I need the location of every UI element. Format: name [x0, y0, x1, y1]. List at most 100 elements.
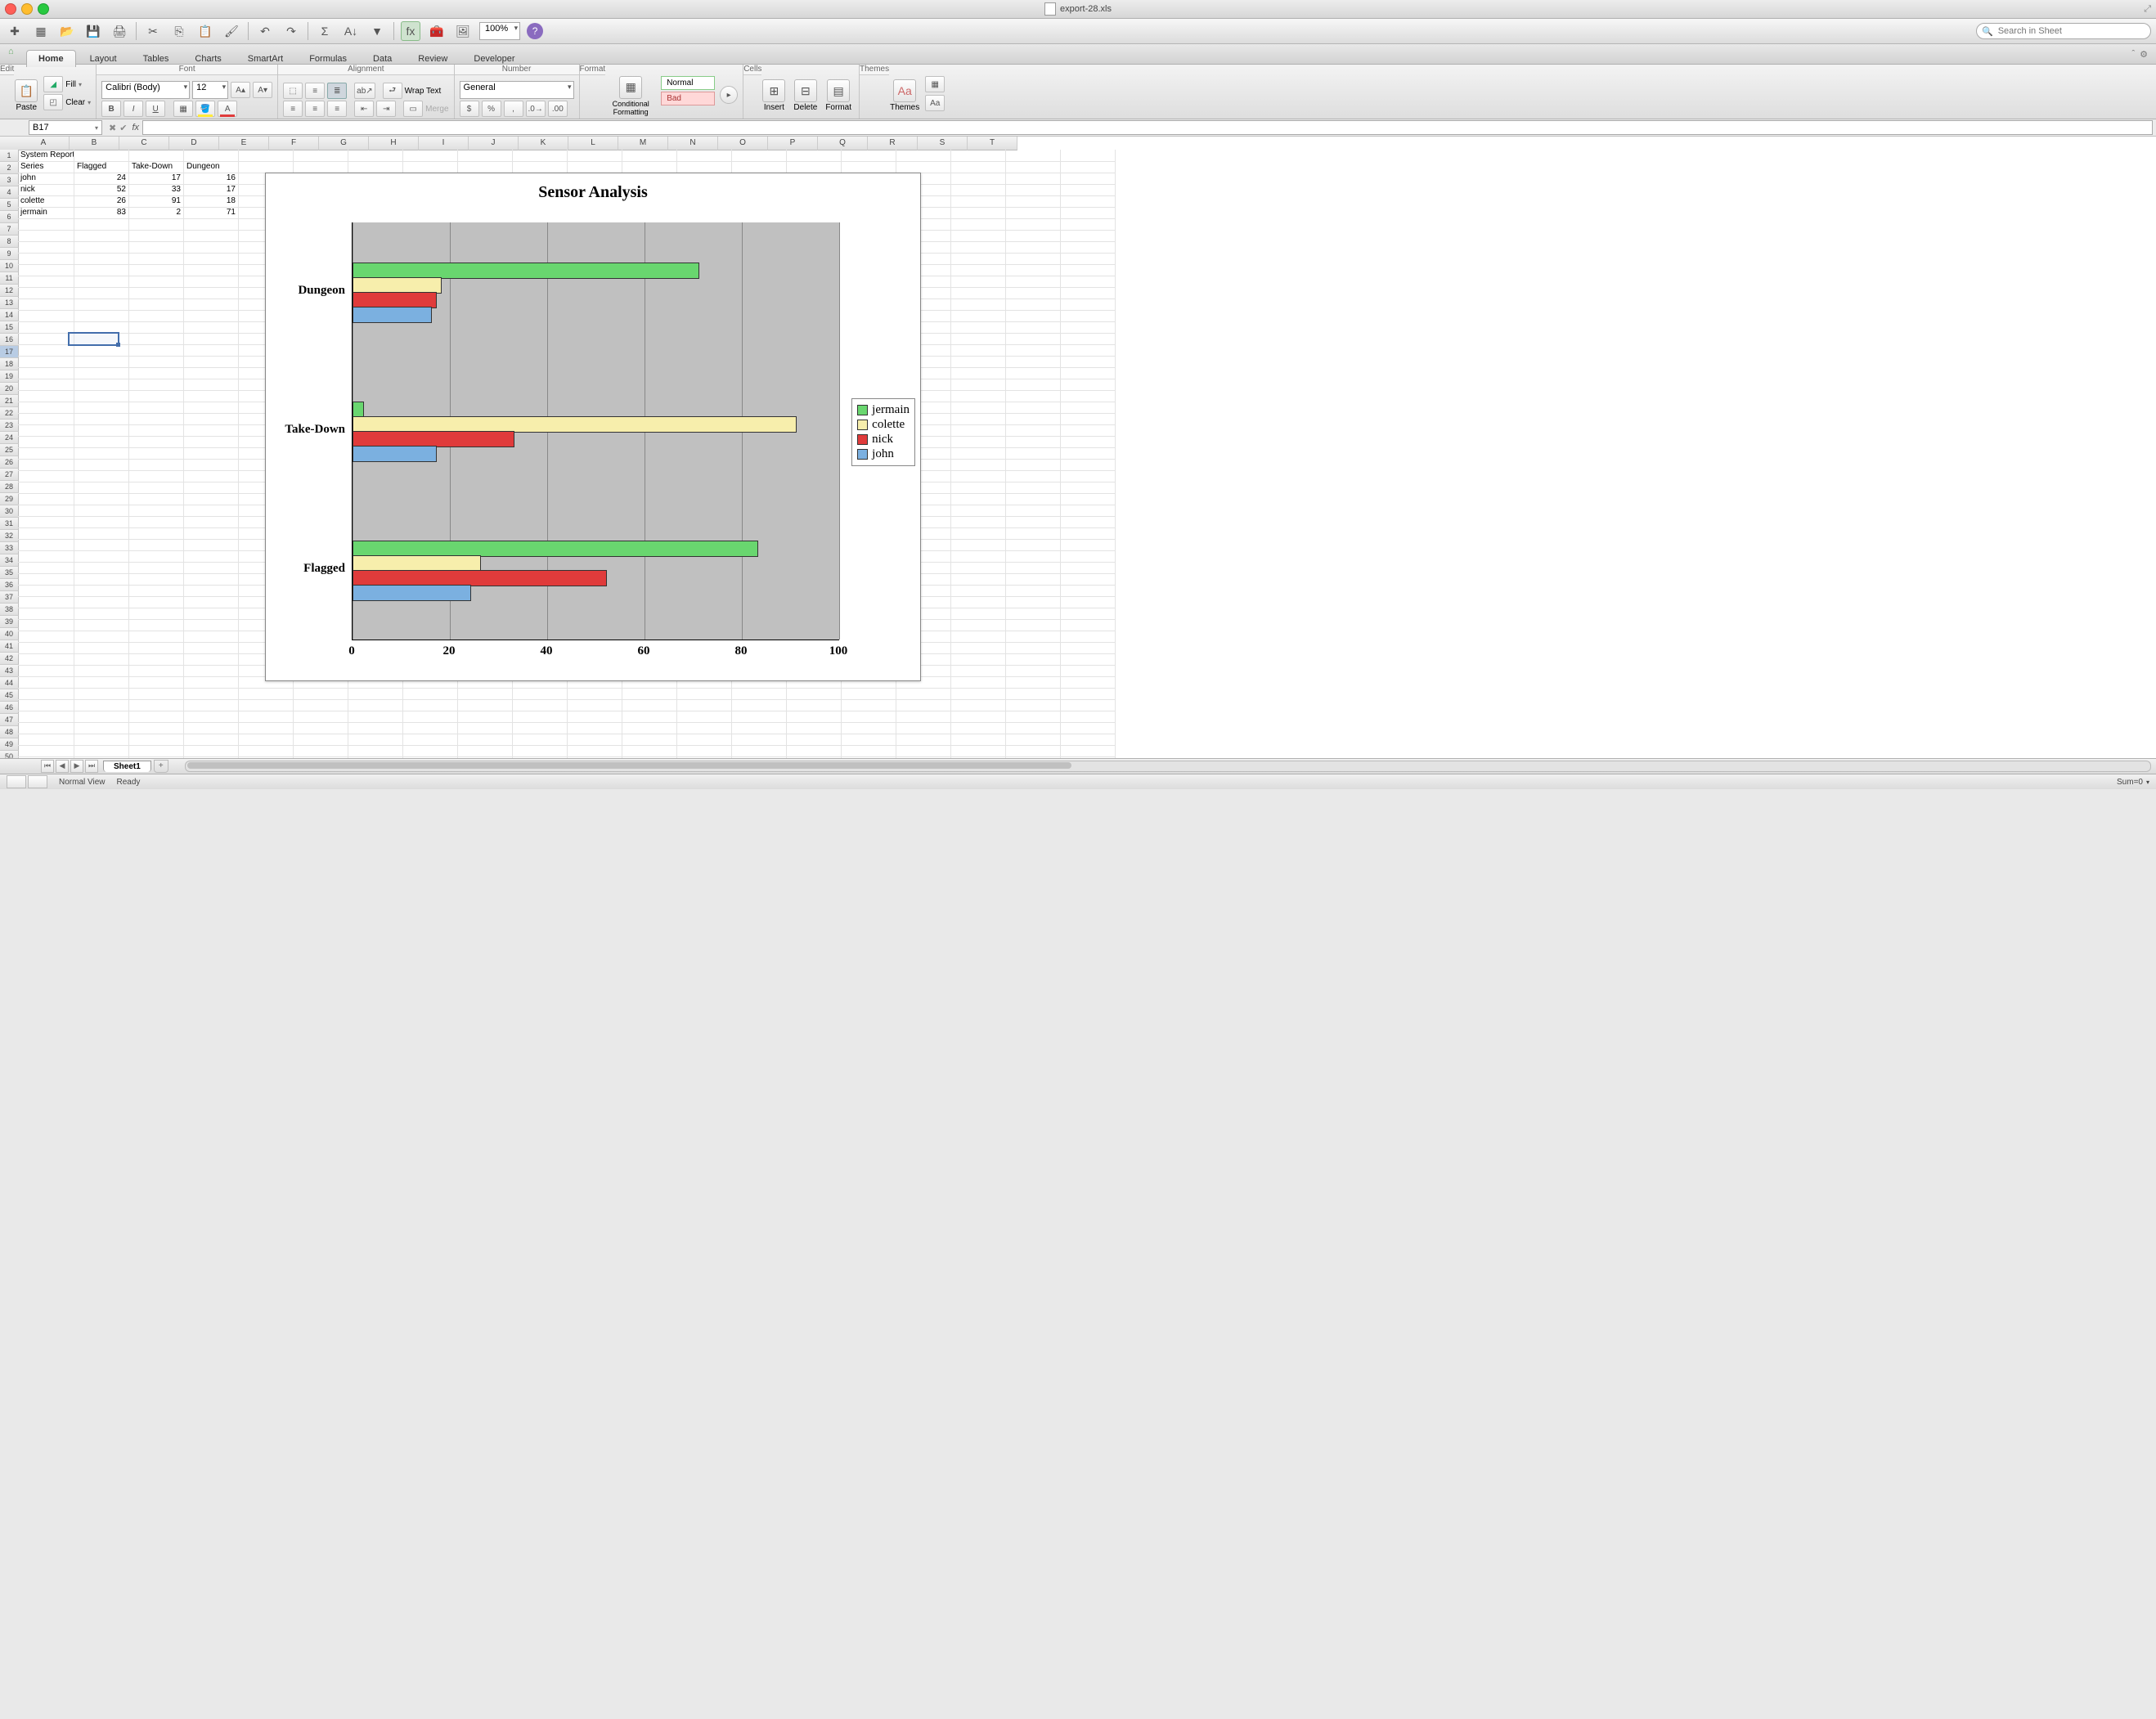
- cell[interactable]: [1006, 379, 1061, 391]
- bar[interactable]: [353, 585, 471, 601]
- cell[interactable]: [677, 734, 732, 746]
- cell[interactable]: [184, 276, 239, 288]
- cell[interactable]: [1006, 264, 1061, 276]
- cell[interactable]: [787, 711, 842, 723]
- align-left-icon[interactable]: ≡: [283, 101, 303, 117]
- cell[interactable]: [18, 218, 74, 231]
- bar[interactable]: [353, 263, 699, 279]
- cell[interactable]: [74, 253, 129, 265]
- cell[interactable]: [896, 745, 951, 757]
- cell[interactable]: [1061, 321, 1116, 334]
- cell[interactable]: [74, 527, 129, 540]
- cell[interactable]: [1061, 539, 1116, 551]
- cell[interactable]: [622, 699, 677, 711]
- column-header[interactable]: C: [119, 137, 169, 150]
- cell[interactable]: [951, 424, 1006, 437]
- row-header[interactable]: 5: [0, 199, 19, 211]
- cell[interactable]: [1006, 470, 1061, 482]
- cell[interactable]: [184, 585, 239, 597]
- cell[interactable]: [239, 722, 294, 734]
- cell[interactable]: [184, 756, 239, 758]
- cell[interactable]: [18, 642, 74, 654]
- cell[interactable]: [184, 402, 239, 414]
- cell[interactable]: [239, 150, 294, 162]
- cell[interactable]: [951, 596, 1006, 608]
- cell[interactable]: [842, 699, 896, 711]
- cell[interactable]: [74, 711, 129, 723]
- cell[interactable]: [184, 379, 239, 391]
- cell[interactable]: [129, 527, 184, 540]
- cell[interactable]: [951, 436, 1006, 448]
- cell[interactable]: [348, 756, 403, 758]
- cell[interactable]: [951, 173, 1006, 185]
- row-header[interactable]: 6: [0, 211, 19, 223]
- cell[interactable]: [129, 447, 184, 460]
- cell[interactable]: [129, 665, 184, 677]
- cell[interactable]: [1006, 493, 1061, 505]
- cell[interactable]: [18, 264, 74, 276]
- cell[interactable]: [951, 711, 1006, 723]
- cell[interactable]: Dungeon: [184, 161, 239, 173]
- row-header[interactable]: 22: [0, 407, 19, 420]
- cell[interactable]: [1061, 676, 1116, 689]
- style-normal[interactable]: Normal: [661, 76, 715, 90]
- cell[interactable]: [842, 745, 896, 757]
- cell[interactable]: [951, 688, 1006, 700]
- cell[interactable]: [458, 161, 513, 173]
- cell[interactable]: [184, 631, 239, 643]
- cell[interactable]: [677, 161, 732, 173]
- row-header[interactable]: 17: [0, 346, 19, 358]
- row-header[interactable]: 21: [0, 395, 19, 407]
- cell[interactable]: [18, 298, 74, 311]
- cell[interactable]: [622, 756, 677, 758]
- cell[interactable]: [951, 379, 1006, 391]
- cell[interactable]: [184, 653, 239, 666]
- cell[interactable]: [74, 298, 129, 311]
- cell[interactable]: [568, 722, 622, 734]
- font-name-select[interactable]: Calibri (Body): [101, 81, 190, 99]
- cell[interactable]: [129, 505, 184, 517]
- column-header[interactable]: H: [369, 137, 419, 150]
- cell[interactable]: [1061, 195, 1116, 208]
- cell[interactable]: [1061, 161, 1116, 173]
- cell[interactable]: [1006, 585, 1061, 597]
- cell[interactable]: [951, 516, 1006, 528]
- cell[interactable]: [74, 745, 129, 757]
- cell[interactable]: [1006, 711, 1061, 723]
- styles-more-button[interactable]: ▸: [720, 86, 738, 104]
- cell[interactable]: [732, 150, 787, 162]
- cell[interactable]: [1061, 379, 1116, 391]
- row-header[interactable]: 10: [0, 260, 19, 272]
- cell[interactable]: [1061, 298, 1116, 311]
- cell[interactable]: [184, 344, 239, 357]
- sheet-nav-next-icon[interactable]: ▶: [70, 760, 83, 773]
- cell[interactable]: [951, 562, 1006, 574]
- cell[interactable]: [568, 756, 622, 758]
- cell[interactable]: 71: [184, 207, 239, 219]
- cell[interactable]: [403, 745, 458, 757]
- cell[interactable]: [184, 287, 239, 299]
- row-header[interactable]: 27: [0, 469, 19, 481]
- cell[interactable]: [1061, 642, 1116, 654]
- cell[interactable]: [294, 734, 348, 746]
- cell[interactable]: [74, 333, 129, 345]
- cell[interactable]: [18, 653, 74, 666]
- cell[interactable]: [74, 447, 129, 460]
- cell[interactable]: [951, 195, 1006, 208]
- column-header[interactable]: T: [968, 137, 1017, 150]
- cell[interactable]: [1061, 344, 1116, 357]
- cell[interactable]: [513, 699, 568, 711]
- column-header[interactable]: E: [219, 137, 269, 150]
- cell[interactable]: [129, 402, 184, 414]
- cell[interactable]: [129, 722, 184, 734]
- cell[interactable]: [18, 722, 74, 734]
- cell[interactable]: [1006, 562, 1061, 574]
- cell[interactable]: [1061, 711, 1116, 723]
- cell[interactable]: [1061, 459, 1116, 471]
- column-header[interactable]: I: [419, 137, 469, 150]
- cell[interactable]: [1061, 722, 1116, 734]
- cell[interactable]: [129, 150, 184, 162]
- cell[interactable]: [951, 470, 1006, 482]
- cell[interactable]: [129, 688, 184, 700]
- cell[interactable]: [1006, 642, 1061, 654]
